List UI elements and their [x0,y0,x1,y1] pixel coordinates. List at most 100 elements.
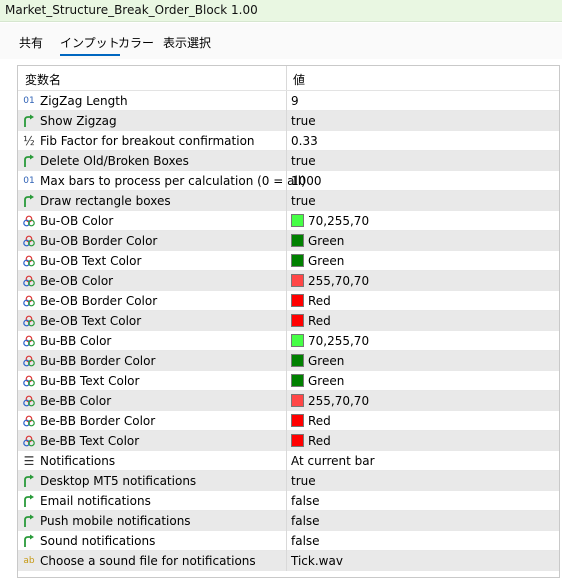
row-variable-name: Bu-OB Border Color [40,234,158,248]
grid-row[interactable]: Delete Old/Broken Boxes true [18,151,559,171]
row-value[interactable]: true [291,474,316,488]
row-value[interactable]: 255,70,70 [308,394,369,408]
row-divider [286,91,287,111]
row-value[interactable]: Red [308,414,331,428]
row-divider [286,531,287,551]
grid-row[interactable]: Draw rectangle boxes true [18,191,559,211]
int-icon: 01 [23,96,35,106]
bool-icon [22,154,36,168]
row-value[interactable]: true [291,194,316,208]
row-value[interactable]: 70,255,70 [308,214,369,228]
grid-row[interactable]: Be-BB Text Color Red [18,431,559,451]
color-swatch[interactable] [291,294,304,307]
row-divider [286,331,287,351]
color-swatch[interactable] [291,394,304,407]
color-swatch[interactable] [291,254,304,267]
row-value[interactable]: 255,70,70 [308,274,369,288]
row-value[interactable]: false [291,494,320,508]
grid-row[interactable]: Be-OB Text Color Red [18,311,559,331]
color-icon [22,254,36,268]
grid-row[interactable]: Be-OB Border Color Red [18,291,559,311]
color-swatch[interactable] [291,234,304,247]
row-value[interactable]: Red [308,314,331,328]
grid-row[interactable]: Sound notifications false [18,531,559,551]
grid-row[interactable]: Bu-BB Text Color Green [18,371,559,391]
grid-header: 変数名 値 [18,66,559,91]
grid-row[interactable]: 01 Max bars to process per calculation (0… [18,171,559,191]
color-swatch[interactable] [291,434,304,447]
row-variable-name: Notifications [40,454,116,468]
grid-row[interactable]: ☰ Notifications At current bar [18,451,559,471]
row-value[interactable]: true [291,154,316,168]
grid-row[interactable]: Email notifications false [18,491,559,511]
enum-icon: ☰ [23,454,35,468]
row-value[interactable]: Green [308,254,344,268]
row-variable-name: Be-OB Color [40,274,114,288]
row-value[interactable]: 0.33 [291,134,318,148]
tab-colors[interactable]: カラー [118,34,154,52]
column-header-value[interactable]: 値 [293,71,305,88]
grid-row[interactable]: ab Choose a sound file for notifications T… [18,551,559,571]
tab-common[interactable]: 共有 [19,34,43,52]
color-swatch[interactable] [291,354,304,367]
row-divider [286,211,287,231]
row-variable-name: Push mobile notifications [40,514,191,528]
row-divider [286,231,287,251]
row-divider [286,351,287,371]
inputs-grid: 変数名 値 01 ZigZag Length 9 Show Zigzag true ½ Fi… [17,65,560,578]
color-icon [22,314,36,328]
grid-row[interactable]: Desktop MT5 notifications true [18,471,559,491]
row-divider [286,131,287,151]
row-variable-name: Draw rectangle boxes [40,194,171,208]
row-value[interactable]: Green [308,234,344,248]
row-divider [286,391,287,411]
color-swatch[interactable] [291,274,304,287]
grid-row[interactable]: Bu-OB Color 70,255,70 [18,211,559,231]
row-value[interactable]: Red [308,294,331,308]
grid-row[interactable]: Bu-OB Text Color Green [18,251,559,271]
row-value[interactable]: true [291,114,316,128]
row-value[interactable]: Green [308,354,344,368]
grid-row[interactable]: Bu-BB Color 70,255,70 [18,331,559,351]
row-divider [286,191,287,211]
color-swatch[interactable] [291,414,304,427]
row-variable-name: Be-OB Border Color [40,294,158,308]
row-variable-name: ZigZag Length [40,94,128,108]
grid-row[interactable]: Be-OB Color 255,70,70 [18,271,559,291]
grid-row[interactable]: Show Zigzag true [18,111,559,131]
bool-icon [22,494,36,508]
color-icon [22,354,36,368]
row-divider [286,511,287,531]
grid-row[interactable]: ½ Fib Factor for breakout confirmation 0.3… [18,131,559,151]
grid-row[interactable]: 01 ZigZag Length 9 [18,91,559,111]
row-value[interactable]: 70,255,70 [308,334,369,348]
row-variable-name: Be-BB Color [40,394,112,408]
tab-inputs[interactable]: インプット [60,34,120,56]
tab-visibility[interactable]: 表示選択 [163,34,211,52]
row-value[interactable]: Green [308,374,344,388]
color-swatch[interactable] [291,334,304,347]
row-value[interactable]: 9 [291,94,299,108]
grid-row[interactable]: Bu-BB Border Color Green [18,351,559,371]
color-icon [22,234,36,248]
column-header-variable[interactable]: 変数名 [25,71,61,88]
row-value[interactable]: 1000 [291,174,322,188]
color-icon [22,334,36,348]
row-divider [286,451,287,471]
color-swatch[interactable] [291,214,304,227]
row-value[interactable]: Red [308,434,331,448]
row-divider [286,431,287,451]
grid-row[interactable]: Be-BB Border Color Red [18,411,559,431]
row-variable-name: Show Zigzag [40,114,117,128]
column-divider[interactable] [286,66,287,90]
bool-icon [22,534,36,548]
row-value[interactable]: Tick.wav [291,554,343,568]
color-swatch[interactable] [291,374,304,387]
color-swatch[interactable] [291,314,304,327]
grid-row[interactable]: Bu-OB Border Color Green [18,231,559,251]
grid-row[interactable]: Be-BB Color 255,70,70 [18,391,559,411]
row-value[interactable]: At current bar [291,454,375,468]
grid-row[interactable]: Push mobile notifications false [18,511,559,531]
row-value[interactable]: false [291,534,320,548]
row-value[interactable]: false [291,514,320,528]
